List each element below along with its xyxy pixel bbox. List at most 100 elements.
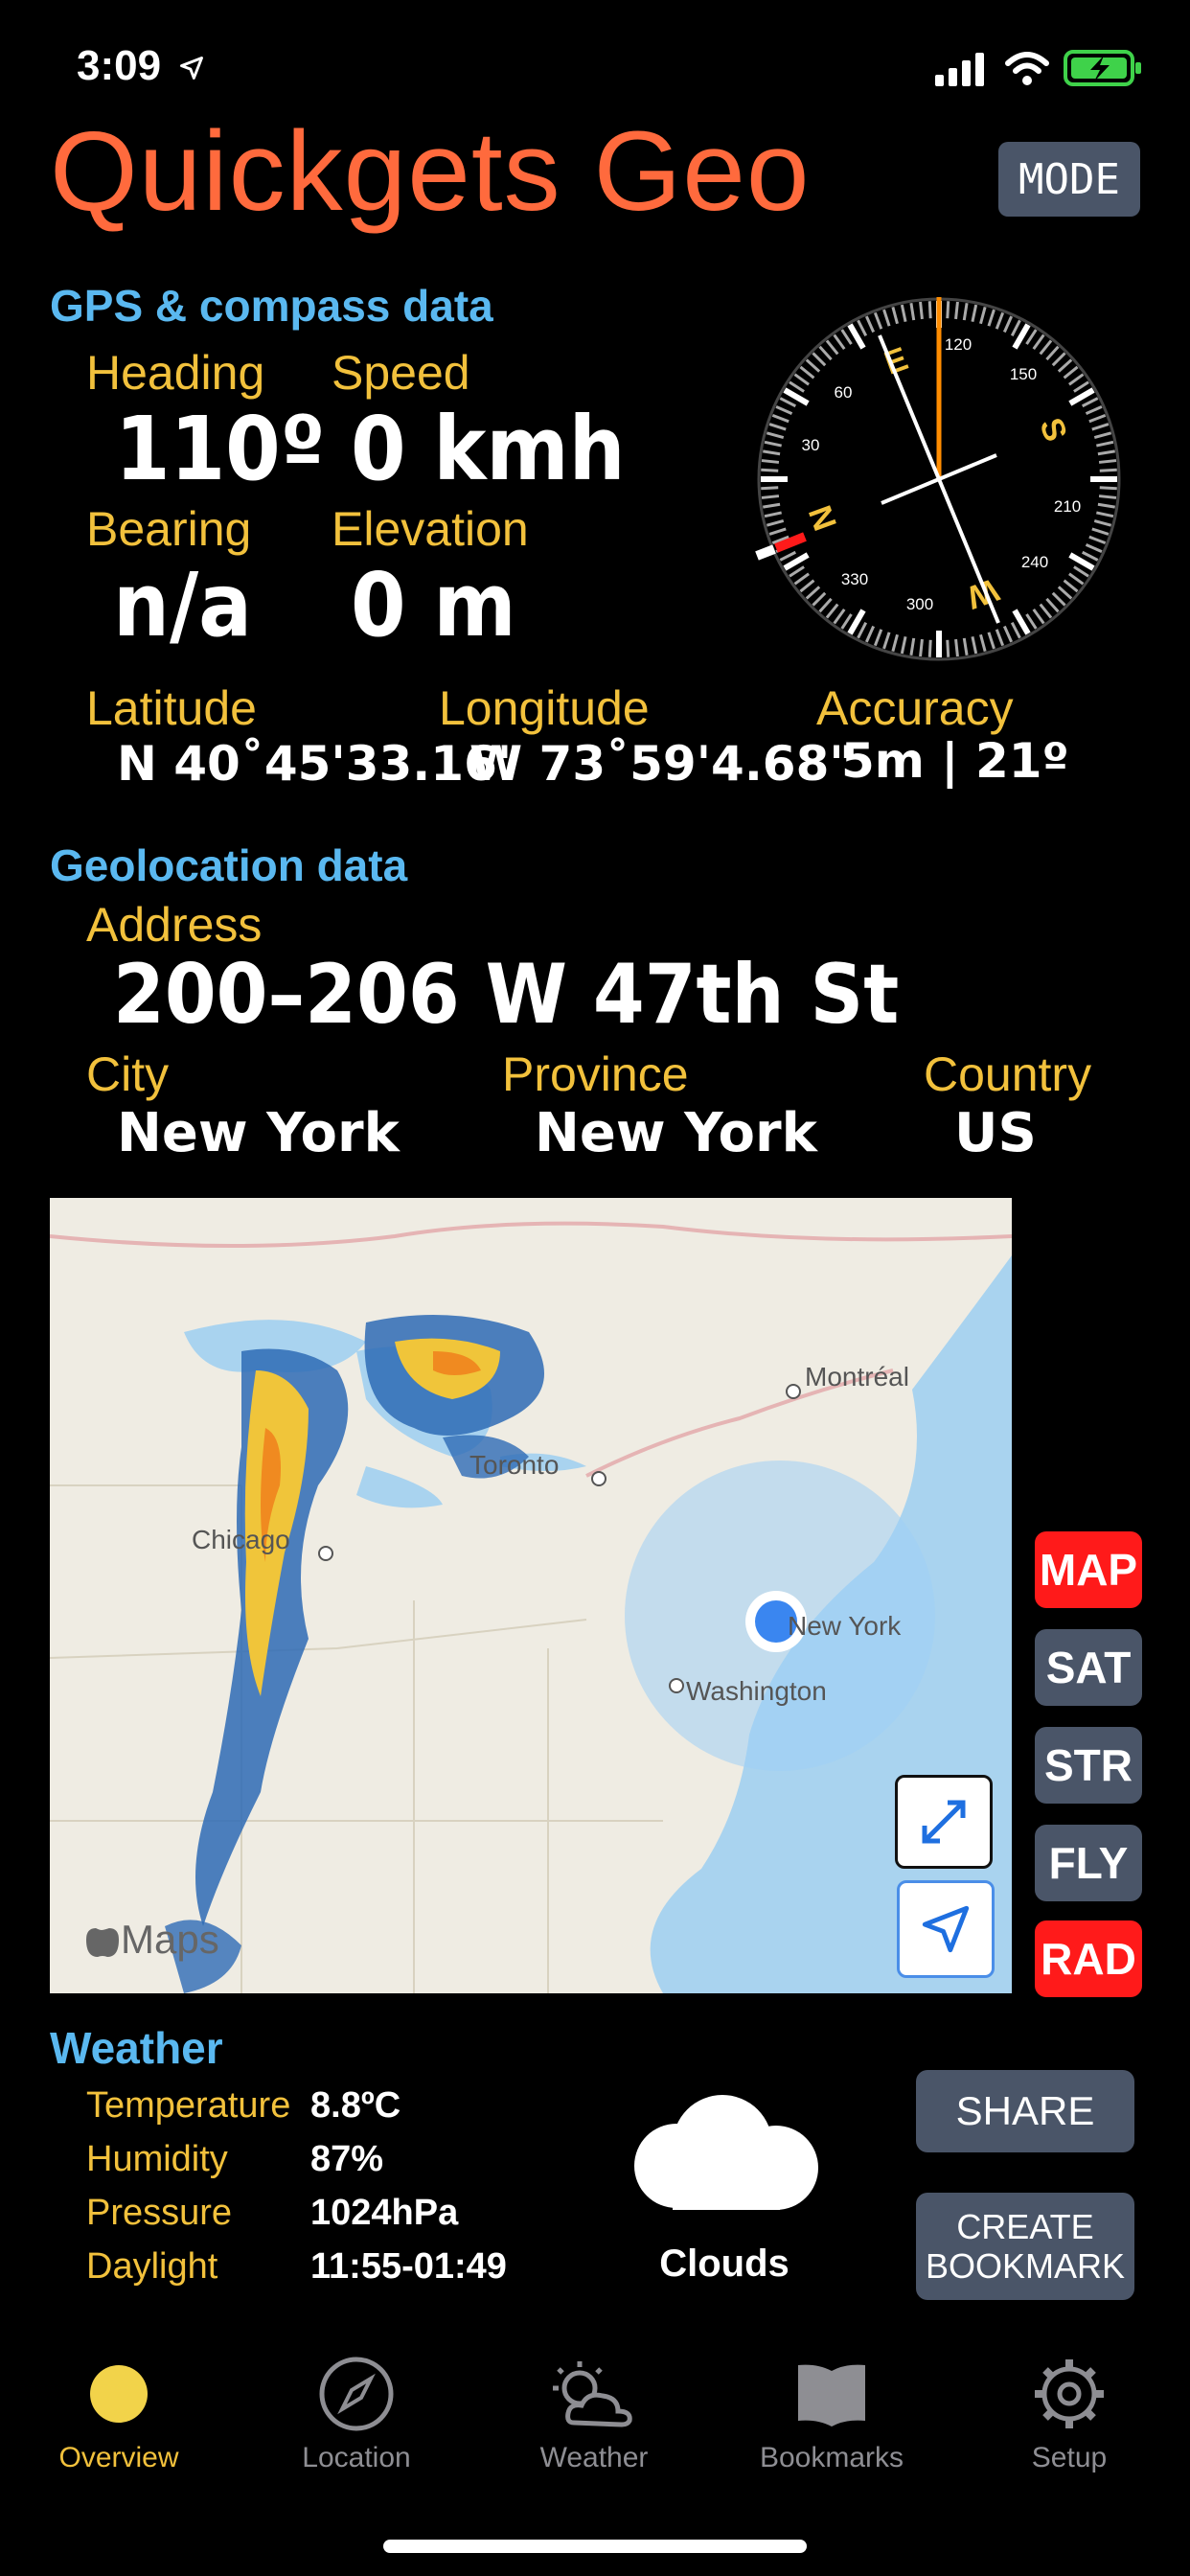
apple-logo-icon [86,1928,119,1957]
map-mode-sat-button[interactable]: SAT [1035,1629,1142,1706]
compass-tick-150: 150 [1010,365,1037,383]
compass-tick [1063,579,1079,593]
daylight-value: 11:55-01:49 [310,2246,507,2287]
compass-tick [900,636,907,655]
compass-tick [873,629,883,647]
compass-tick [789,565,805,578]
map-mode-fly-button[interactable]: FLY [1035,1825,1142,1901]
tab-overview-label: Overview [58,2442,179,2473]
compass-tick [1093,519,1112,527]
book-icon [798,2364,865,2426]
compass-tick [987,632,995,650]
compass-tick [962,303,969,321]
compass-icon [319,2357,394,2431]
home-indicator[interactable] [383,2540,807,2553]
elevation-value: 0 m [351,554,516,656]
temperature-value: 8.8ºC [310,2085,401,2126]
locate-me-button[interactable] [897,1880,995,1978]
compass-tick [857,622,868,639]
compass-dial: E S W N 30 60 120 150 210 240 300 330 [755,297,1121,661]
compass-tick-300: 300 [906,595,933,613]
cloud-icon [634,2095,818,2210]
compass-north: N [802,500,844,535]
compass-tick [864,625,876,643]
city-value: New York [117,1102,400,1164]
create-bookmark-button[interactable]: CREATE BOOKMARK [916,2193,1134,2300]
compass-tick [971,636,978,655]
app-title: Quickgets Geo [50,108,811,235]
compass-tick [919,301,924,320]
latitude-label: Latitude [86,681,257,735]
compass-tick [909,637,916,656]
compass-tick [1051,352,1066,367]
compass-tick [1093,431,1112,439]
compass-tick [1085,404,1103,416]
compass-tick [971,304,978,322]
location-arrow-icon [180,57,204,80]
tab-setup[interactable]: Setup [964,2356,1175,2474]
elevation-label: Elevation [332,502,529,556]
compass-tick [763,502,781,509]
tab-weather-label: Weather [539,2442,649,2473]
compass-tick [818,345,833,361]
weather-section-title: Weather [50,2023,223,2073]
map-mode-map-button[interactable]: MAP [1035,1531,1142,1608]
accuracy-label: Accuracy [816,681,1014,735]
compass-tick [1002,315,1014,334]
compass-tick [1085,542,1103,554]
status-time: 3:09 [77,42,205,90]
compass-tick [764,440,782,448]
address-value: 200–206 W 47th St [113,947,900,1043]
compass-tick [995,311,1005,330]
compass-tick-30: 30 [802,436,820,454]
maps-attribution: Maps [121,1917,219,1962]
heading-label: Heading [86,346,265,400]
compass-tick [1099,486,1117,491]
compass-tick [1082,397,1099,408]
compass-tick [919,638,924,657]
compass-tick [1057,358,1073,373]
compass-tick-120: 120 [945,335,972,354]
compass-tick [1025,329,1038,345]
compass-tick [812,352,827,367]
compass-tick [766,431,785,439]
compass-tick [805,358,821,373]
compass-tick [1091,423,1110,431]
tab-weather[interactable]: Weather [489,2356,699,2474]
compass-tick [761,494,780,499]
dot-icon [90,2365,148,2423]
compass-tick [1010,319,1021,336]
compass-tick [1032,334,1045,350]
tab-location[interactable]: Location [251,2356,462,2474]
expand-map-button[interactable] [895,1775,993,1869]
compass-tick [882,309,891,327]
temperature-label: Temperature [86,2085,291,2126]
mode-button[interactable]: MODE [998,142,1140,217]
compass-tick-240: 240 [1021,553,1048,571]
speed-label: Speed [332,346,470,400]
tab-bookmarks[interactable]: Bookmarks [726,2356,937,2474]
tab-location-label: Location [302,2442,411,2473]
compass-tick [1025,613,1038,630]
compass-tick-330: 330 [841,570,868,588]
compass-tick [793,373,810,386]
map-mode-rad-button[interactable]: RAD [1035,1920,1142,1997]
compass-tick [900,304,907,322]
map-label-washington: Washington [686,1676,827,1706]
tab-overview[interactable]: Overview [13,2356,224,2474]
pressure-value: 1024hPa [310,2193,459,2233]
compass-tick [873,311,883,330]
compass-west: W [961,571,1003,616]
compass-tick [1073,380,1089,393]
map-mode-str-button[interactable]: STR [1035,1727,1142,1804]
compass-tick [771,413,790,424]
compass-tick [1088,535,1107,545]
share-button[interactable]: SHARE [916,2070,1134,2152]
compass-tick [954,301,959,320]
compass-tick [812,591,827,607]
compass-tick [840,613,853,630]
compass-tick [1099,468,1117,472]
compass-tick [1002,625,1014,643]
compass-tick [954,638,959,657]
radar-map[interactable]: Montréal Toronto Chicago New York Washin… [50,1198,1012,1993]
